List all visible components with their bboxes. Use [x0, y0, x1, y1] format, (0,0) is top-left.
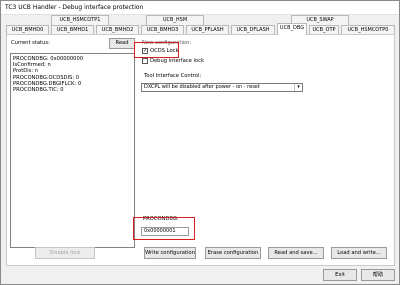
dbg-panel: Current status: Read PROCONDBG: 0x000000…	[6, 34, 395, 266]
disable-lock-button[interactable]: Disable lock	[35, 247, 95, 259]
app-window: TC3 UCB Handler - Debug interface protec…	[0, 0, 400, 285]
tab-ucb-hsm[interactable]: UCB_HSM	[146, 15, 204, 25]
current-status-label: Current status:	[11, 40, 50, 46]
write-configuration-button[interactable]: Write configuration	[144, 247, 196, 259]
debug-lock-checkbox[interactable]: Debug interface lock	[142, 58, 204, 64]
status-list: PROCONDBG: 0x00000000 IsConfirmed: n Pro…	[10, 53, 135, 248]
tab-ucb-dbg[interactable]: UCB_DBG	[277, 23, 307, 35]
load-and-write-button[interactable]: Load and write...	[331, 247, 387, 259]
debug-lock-label: Debug interface lock	[150, 58, 204, 64]
exit-button[interactable]: Exit	[323, 269, 357, 281]
window-title: TC3 UCB Handler - Debug interface protec…	[5, 4, 144, 11]
read-and-save-button[interactable]: Read and save...	[268, 247, 324, 259]
status-line: PROCONDBG.TIC: 0	[13, 87, 64, 94]
help-button[interactable]: 帮助	[361, 269, 395, 281]
tool-interface-value: DXCPL will be disabled after power - on …	[144, 84, 260, 90]
tab-ucb-hsmcotp1[interactable]: UCB_HSMCOTP1	[51, 15, 109, 25]
read-button[interactable]: Read	[109, 38, 135, 49]
tool-interface-select[interactable]: DXCPL will be disabled after power - on …	[141, 83, 303, 92]
title-bar: TC3 UCB Handler - Debug interface protec…	[1, 1, 399, 15]
dropdown-arrow-icon: ▾	[294, 84, 302, 91]
tool-interface-label: Tool Interface Control:	[144, 73, 202, 79]
ocds-lock-highlight	[134, 42, 179, 58]
procondbg-highlight	[133, 217, 195, 240]
erase-configuration-button[interactable]: Erase configuration	[205, 247, 261, 259]
checkbox-unchecked-icon	[142, 58, 148, 64]
